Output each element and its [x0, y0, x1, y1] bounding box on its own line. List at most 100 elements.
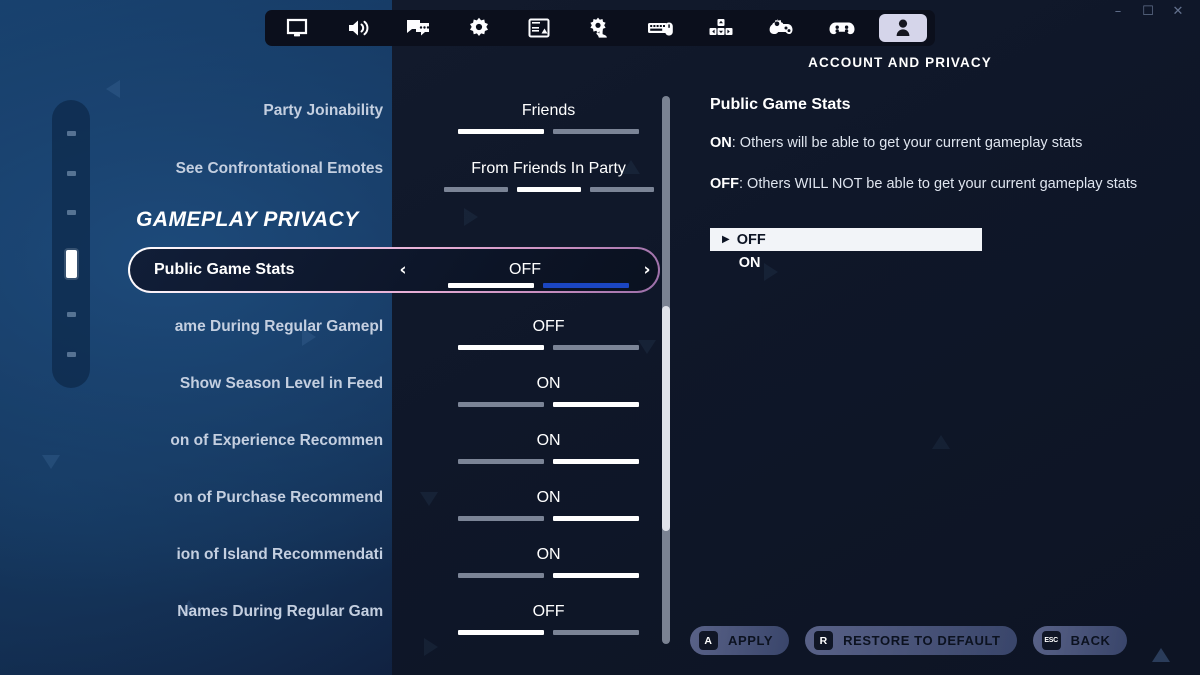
setting-label: ame During Regular Gamepl	[174, 318, 384, 335]
setting-row[interactable]: See Confrontational Emotes From Friends …	[0, 152, 672, 209]
setting-value: From Friends In Party	[471, 160, 626, 177]
key-hint-r-icon: R	[814, 631, 834, 650]
monitor-icon	[285, 16, 309, 40]
tab-audio[interactable]	[334, 14, 382, 42]
setting-ticks	[425, 402, 672, 407]
description-on-paragraph: ON: Others will be able to get your curr…	[710, 132, 1160, 155]
action-button-bar: A APPLY R RESTORE TO DEFAULT ESC BACK	[690, 626, 1127, 655]
settings-scrollbar[interactable]	[662, 96, 670, 644]
tick	[542, 283, 629, 288]
tick	[553, 516, 640, 521]
option-item-off[interactable]: ▶ OFF	[710, 228, 982, 251]
tick	[458, 345, 545, 350]
setting-control[interactable]: Friends	[425, 94, 672, 134]
setting-row[interactable]: Party Joinability Friends	[0, 94, 672, 151]
dpad-keys-icon	[709, 16, 733, 40]
setting-control[interactable]: ON	[425, 481, 672, 521]
decor-triangle	[1152, 648, 1170, 662]
setting-value: OFF	[532, 603, 565, 620]
setting-row[interactable]: on of Experience Recommen ON	[0, 424, 672, 481]
setting-value: Friends	[521, 102, 576, 119]
setting-label: Names During Regular Gam	[177, 603, 384, 620]
tab-chat[interactable]	[394, 14, 442, 42]
tab-controller[interactable]	[758, 14, 806, 42]
apply-button-label: APPLY	[728, 633, 774, 648]
tab-hud[interactable]	[515, 14, 563, 42]
tab-game[interactable]	[455, 14, 503, 42]
back-button-label: BACK	[1070, 633, 1111, 648]
minimize-icon[interactable]: –	[1110, 5, 1126, 18]
restore-to-default-button[interactable]: R RESTORE TO DEFAULT	[805, 626, 1017, 655]
gear-icon	[467, 16, 491, 40]
tick	[553, 402, 640, 407]
tab-keyboard[interactable]	[637, 14, 685, 42]
tick	[516, 187, 581, 192]
chevron-left-icon[interactable]: ‹	[392, 260, 414, 280]
controller-gear-icon	[769, 16, 795, 40]
tick	[458, 402, 545, 407]
setting-label: See Confrontational Emotes	[175, 160, 384, 177]
setting-label: Show Season Level in Feed	[179, 375, 384, 392]
setting-ticks	[425, 573, 672, 578]
tick	[553, 630, 640, 635]
setting-row-selected[interactable]: Public Game Stats ‹ OFF ›	[128, 247, 660, 293]
setting-control[interactable]: OFF	[425, 595, 672, 635]
window-controls: – ☐ ✕	[1100, 0, 1196, 22]
setting-ticks	[425, 345, 672, 350]
setting-label: on of Experience Recommen	[170, 432, 384, 449]
speaker-icon	[346, 16, 370, 40]
page-title: ACCOUNT AND PRIVACY	[808, 55, 992, 70]
close-icon[interactable]: ✕	[1170, 5, 1186, 18]
setting-control[interactable]: ON	[425, 538, 672, 578]
tab-wireless[interactable]	[697, 14, 745, 42]
setting-ticks	[274, 283, 680, 288]
description-off-key: OFF	[710, 176, 739, 192]
setting-control[interactable]: ON	[425, 367, 672, 407]
description-off-paragraph: OFF: Others WILL NOT be able to get your…	[710, 173, 1160, 196]
tick	[458, 516, 545, 521]
setting-value: ON	[536, 489, 561, 506]
maximize-icon[interactable]: ☐	[1140, 5, 1156, 18]
setting-value: ON	[536, 375, 561, 392]
setting-control[interactable]: OFF	[425, 310, 672, 350]
setting-ticks	[425, 459, 672, 464]
setting-value: ON	[536, 432, 561, 449]
setting-row[interactable]: ion of Island Recommendati ON	[0, 538, 672, 595]
tab-brightness[interactable]	[576, 14, 624, 42]
hud-layout-icon	[527, 16, 551, 40]
setting-value: ON	[536, 546, 561, 563]
setting-control[interactable]: From Friends In Party	[425, 152, 672, 192]
keyboard-mouse-icon	[647, 16, 675, 40]
setting-ticks	[425, 187, 672, 192]
description-on-key: ON	[710, 135, 732, 151]
scrollbar-thumb[interactable]	[662, 306, 670, 531]
setting-row[interactable]: Names During Regular Gam OFF	[0, 595, 672, 652]
tick	[458, 459, 545, 464]
chevron-right-icon[interactable]: ›	[636, 260, 658, 280]
tab-video[interactable]	[273, 14, 321, 42]
option-label: OFF	[736, 231, 766, 248]
description-off-text: : Others WILL NOT be able to get your cu…	[739, 176, 1138, 192]
setting-ticks	[425, 630, 672, 635]
settings-list: Party Joinability Friends See Confrontat…	[0, 92, 680, 652]
caret-right-icon: ▶	[722, 234, 730, 245]
tick	[553, 459, 640, 464]
back-button[interactable]: ESC BACK	[1032, 626, 1127, 655]
tab-gamepad[interactable]	[818, 14, 866, 42]
tick	[443, 187, 508, 192]
touch-gear-icon	[588, 16, 612, 40]
tick	[553, 129, 640, 134]
person-icon	[891, 16, 915, 40]
option-label: ON	[738, 254, 761, 271]
setting-row[interactable]: on of Purchase Recommend ON	[0, 481, 672, 538]
setting-row[interactable]: ame During Regular Gamepl OFF	[0, 310, 672, 367]
option-item-on[interactable]: ▶ ON	[710, 251, 1160, 274]
chat-bubbles-icon	[405, 16, 431, 40]
tick	[458, 630, 545, 635]
tab-account[interactable]	[878, 14, 927, 42]
tick	[458, 129, 545, 134]
setting-control[interactable]: ON	[425, 424, 672, 464]
setting-row[interactable]: Show Season Level in Feed ON	[0, 367, 672, 424]
apply-button[interactable]: A APPLY	[690, 626, 790, 655]
settings-tab-bar	[265, 10, 935, 46]
